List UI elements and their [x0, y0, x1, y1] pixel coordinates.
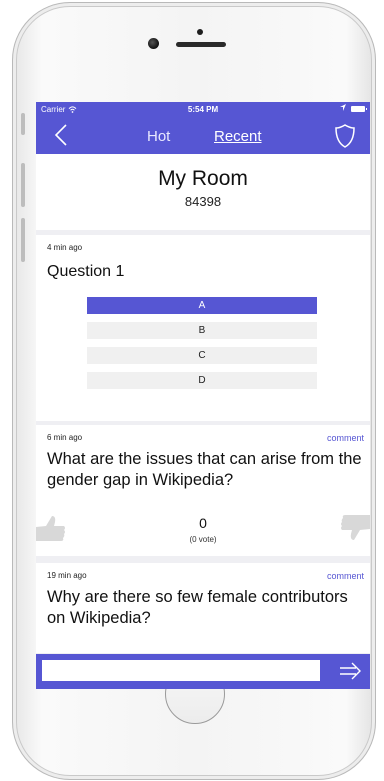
chevron-left-icon[interactable]	[50, 122, 74, 148]
thumbs-down-icon[interactable]	[340, 513, 370, 543]
vote-subtext: (0 vote)	[189, 535, 217, 544]
status-time: 5:54 PM	[187, 105, 219, 114]
post-card: 19 min ago comment Why are there so few …	[36, 563, 370, 653]
battery-icon	[351, 106, 367, 112]
status-bar: Carrier 5:54 PM	[36, 102, 370, 118]
room-code: 84398	[184, 194, 222, 209]
front-camera	[148, 38, 159, 49]
app-screen: Carrier 5:54 PM Hot Recent My Room 84398…	[36, 102, 370, 689]
volume-up-button	[21, 163, 25, 207]
comment-link[interactable]: comment	[327, 571, 364, 581]
question-input[interactable]	[42, 660, 320, 681]
nav-bar: Hot Recent	[36, 118, 370, 154]
poll-option-a[interactable]: A	[87, 297, 317, 314]
room-header: My Room 84398	[36, 154, 370, 230]
post-time: 6 min ago	[47, 433, 83, 442]
earpiece-speaker	[176, 42, 226, 47]
post-time: 4 min ago	[47, 243, 83, 252]
proximity-sensor	[197, 29, 203, 35]
location-icon	[340, 104, 346, 113]
comment-link[interactable]: comment	[327, 433, 364, 443]
post-card: 6 min ago comment What are the issues th…	[36, 425, 370, 556]
poll-option-b[interactable]: B	[87, 322, 317, 339]
compose-bar	[36, 654, 370, 689]
tab-recent[interactable]: Recent	[214, 128, 262, 145]
room-title: My Room	[158, 167, 248, 190]
poll-option-c[interactable]: C	[87, 347, 317, 364]
mute-switch	[21, 113, 25, 135]
post-card-question-1: 4 min ago Question 1 A B C D	[36, 235, 370, 421]
poll-option-d[interactable]: D	[87, 372, 317, 389]
post-text: Why are there so few female contributors…	[47, 588, 348, 627]
tab-hot[interactable]: Hot	[147, 128, 170, 145]
send-arrow-icon[interactable]	[338, 660, 362, 682]
question-title: Question 1	[47, 263, 125, 280]
shield-icon[interactable]	[334, 123, 356, 149]
vote-count: 0	[199, 515, 207, 531]
volume-down-button	[21, 218, 25, 262]
post-time: 19 min ago	[47, 571, 87, 580]
post-text: What are the issues that can arise from …	[47, 450, 362, 489]
